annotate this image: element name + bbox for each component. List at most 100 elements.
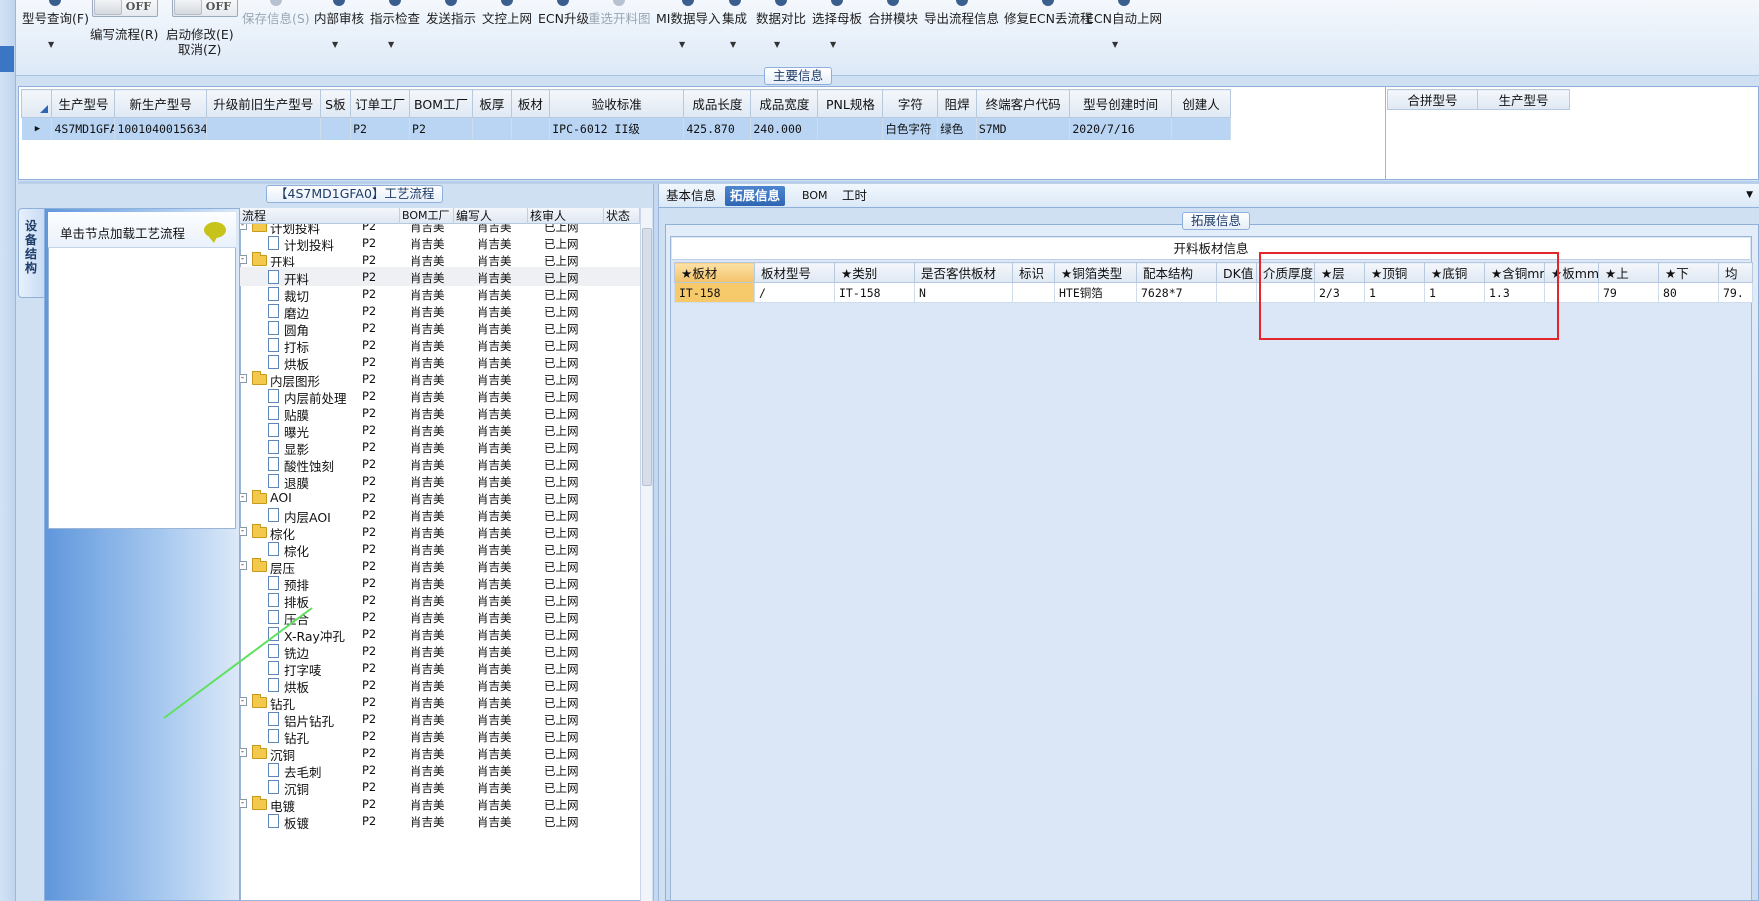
material-col-header[interactable]: ★板材 [674, 262, 755, 283]
row-selector-header[interactable] [20, 89, 53, 118]
main-col-header[interactable]: 成品宽度 [750, 89, 819, 118]
tree-scrollbar[interactable] [640, 208, 652, 901]
instruction-check-button[interactable]: 指示检查 [370, 0, 420, 27]
write-flow-toggle[interactable]: OFF [92, 0, 158, 17]
main-cell[interactable]: IPC-6012 II级 [549, 117, 685, 140]
main-cell[interactable] [206, 117, 321, 140]
ecn-auto-online-dropdown-icon[interactable]: ▼ [1112, 40, 1118, 49]
main-cell[interactable]: 240.000 [750, 117, 819, 140]
col-bom-factory-header[interactable]: BOM工厂 [400, 208, 454, 224]
merge-production-model-header[interactable]: 生产型号 [1477, 89, 1570, 110]
tab-work-hours[interactable]: 工时 [837, 186, 872, 206]
collapse-toggle-icon[interactable]: - [240, 374, 247, 383]
main-cell[interactable]: P2 [409, 117, 474, 140]
main-cell[interactable]: 425.870 [683, 117, 752, 140]
main-col-header[interactable]: 升级前旧生产型号 [205, 89, 321, 118]
model-query-button[interactable]: 型号查询(F) [22, 0, 89, 27]
main-col-header[interactable]: 阻焊 [937, 89, 977, 118]
data-compare-button[interactable]: 数据对比 [756, 0, 806, 27]
material-cell[interactable]: 80 [1658, 282, 1719, 303]
select-mother-board-dropdown-icon[interactable]: ▼ [830, 40, 836, 49]
tab-extended-info[interactable]: 拓展信息 [725, 186, 786, 206]
tab-device-structure[interactable]: 设备结构 [18, 208, 46, 298]
write-flow-button[interactable]: 编写流程(R) [90, 24, 158, 43]
tree-step-node[interactable]: 板镀 P2 肖吉美 肖吉美 已上网 [240, 811, 640, 831]
tabs-dropdown-icon[interactable]: ▼ [1746, 190, 1753, 200]
main-col-header[interactable]: 验收标准 [549, 89, 685, 118]
main-cell[interactable] [817, 117, 884, 140]
material-col-header[interactable]: ★铜箔类型 [1054, 262, 1137, 283]
mi-data-import-dropdown-icon[interactable]: ▼ [679, 40, 685, 49]
mi-data-import-button[interactable]: MI数据导入 [656, 0, 720, 27]
fix-ecn-lost-flow-button[interactable]: 修复ECN丢流程 [1004, 0, 1092, 27]
main-cell[interactable]: P2 [350, 117, 411, 140]
material-cell[interactable]: 79 [1598, 282, 1659, 303]
collapse-toggle-icon[interactable]: - [240, 224, 247, 230]
internal-review-button[interactable]: 内部审核 [314, 0, 364, 27]
main-col-header[interactable]: 字符 [882, 89, 939, 118]
main-cell[interactable]: 10010400156344 [114, 117, 207, 140]
tab-basic-info[interactable]: 基本信息 [661, 186, 721, 206]
material-col-header[interactable]: 配本结构 [1136, 262, 1217, 283]
material-col-header[interactable]: 板材型号 [754, 262, 835, 283]
main-cell[interactable]: S7MD [976, 117, 1071, 140]
collapse-toggle-icon[interactable]: - [240, 697, 247, 706]
main-col-header[interactable]: 终端客户代码 [975, 89, 1071, 118]
material-cell[interactable] [1012, 282, 1055, 303]
material-col-header[interactable]: 均 [1718, 262, 1753, 283]
material-cell[interactable]: / [754, 282, 835, 303]
collapse-toggle-icon[interactable]: - [240, 748, 247, 757]
material-cell[interactable] [1216, 282, 1257, 303]
cancel-button[interactable]: 取消(Z) [178, 39, 221, 58]
reselect-cutting-chart-button[interactable]: 重选开料图 [588, 0, 651, 27]
material-col-header[interactable]: 是否客供板材 [914, 262, 1013, 283]
start-modify-toggle[interactable]: OFF [172, 0, 238, 17]
main-col-header[interactable]: 板厚 [472, 89, 512, 118]
main-cell[interactable] [1171, 117, 1232, 140]
main-col-header[interactable]: 创建人 [1170, 89, 1232, 118]
internal-review-dropdown-icon[interactable]: ▼ [332, 40, 338, 49]
vertical-splitter[interactable] [653, 184, 659, 901]
merge-model-header[interactable]: 合拼型号 [1387, 89, 1478, 110]
material-cell[interactable]: IT-158 [834, 282, 915, 303]
main-col-header[interactable]: 成品长度 [683, 89, 752, 118]
collapse-toggle-icon[interactable]: - [240, 799, 247, 808]
main-cell[interactable]: 4S7MD1GFA0 [51, 117, 116, 140]
tab-bom[interactable]: BOM [797, 186, 833, 206]
main-cell[interactable] [511, 117, 551, 140]
integrate-dropdown-icon[interactable]: ▼ [730, 40, 736, 49]
material-col-header[interactable]: ★下 [1658, 262, 1719, 283]
main-col-header[interactable]: 板材 [510, 89, 551, 118]
export-flow-info-button[interactable]: 导出流程信息 [924, 0, 999, 27]
material-col-header[interactable]: 标识 [1012, 262, 1055, 283]
material-cell[interactable]: HTE铜箔 [1054, 282, 1137, 303]
main-cell[interactable]: 2020/7/16 [1069, 117, 1172, 140]
main-col-header[interactable]: 型号创建时间 [1069, 89, 1172, 118]
main-cell[interactable] [320, 117, 352, 140]
data-compare-dropdown-icon[interactable]: ▼ [774, 40, 780, 49]
main-cell[interactable]: 绿色 [937, 117, 977, 140]
table-row[interactable]: ▶ 4S7MD1GFA010010400156344 P2P2 IPC-6012 I… [21, 117, 1232, 140]
material-col-header[interactable]: DK值 [1216, 262, 1257, 283]
material-cell[interactable]: 79. [1718, 282, 1753, 303]
main-col-header[interactable]: 生产型号 [51, 89, 116, 118]
col-flow-header[interactable]: 流程 [240, 208, 400, 224]
collapse-toggle-icon[interactable]: - [240, 527, 247, 536]
merge-module-button[interactable]: 合拼模块 [868, 0, 918, 27]
main-col-header[interactable]: S板 [319, 89, 352, 118]
ecn-auto-online-button[interactable]: ECN自动上网 [1086, 0, 1162, 27]
main-col-header[interactable]: 订单工厂 [350, 89, 411, 118]
collapse-toggle-icon[interactable]: - [240, 561, 247, 570]
select-mother-board-button[interactable]: 选择母板 [812, 0, 862, 27]
ecn-upgrade-button[interactable]: ECN升级 [538, 0, 589, 27]
col-writer-header[interactable]: 编写人 [454, 208, 528, 224]
tree-scroll-thumb[interactable] [642, 228, 652, 486]
send-instruction-button[interactable]: 发送指示 [426, 0, 476, 27]
main-cell[interactable]: 白色字符 [882, 117, 939, 140]
main-col-header[interactable]: PNL规格 [817, 89, 884, 118]
col-reviewer-header[interactable]: 核审人 [528, 208, 604, 224]
material-cell[interactable]: 7628*7 [1136, 282, 1217, 303]
table-row[interactable]: IT-158/IT-158 N HTE铜箔 7628*7 2/3 1 1 1.3 79 80 79. [674, 282, 1753, 303]
doc-control-online-button[interactable]: 文控上网 [482, 0, 532, 27]
main-col-header[interactable]: 新生产型号 [114, 89, 207, 118]
